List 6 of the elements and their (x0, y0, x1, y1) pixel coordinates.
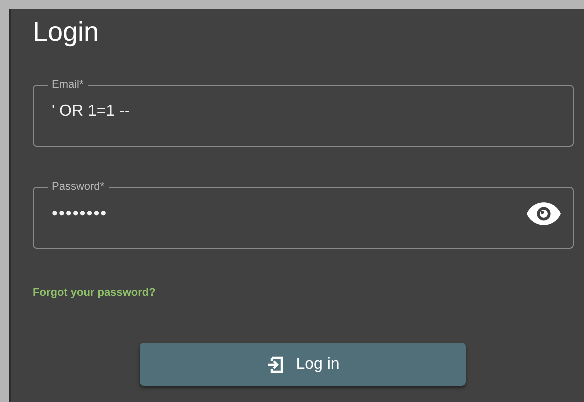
eye-icon[interactable] (527, 202, 561, 226)
forgot-password-link[interactable]: Forgot your password? (33, 287, 156, 299)
input-field[interactable]: Password* •••••••• (33, 181, 574, 249)
login-title: Login (33, 16, 100, 49)
input-field[interactable]: Email* ' OR 1=1 -- (33, 79, 574, 147)
login-button[interactable]: Log in (140, 343, 466, 386)
